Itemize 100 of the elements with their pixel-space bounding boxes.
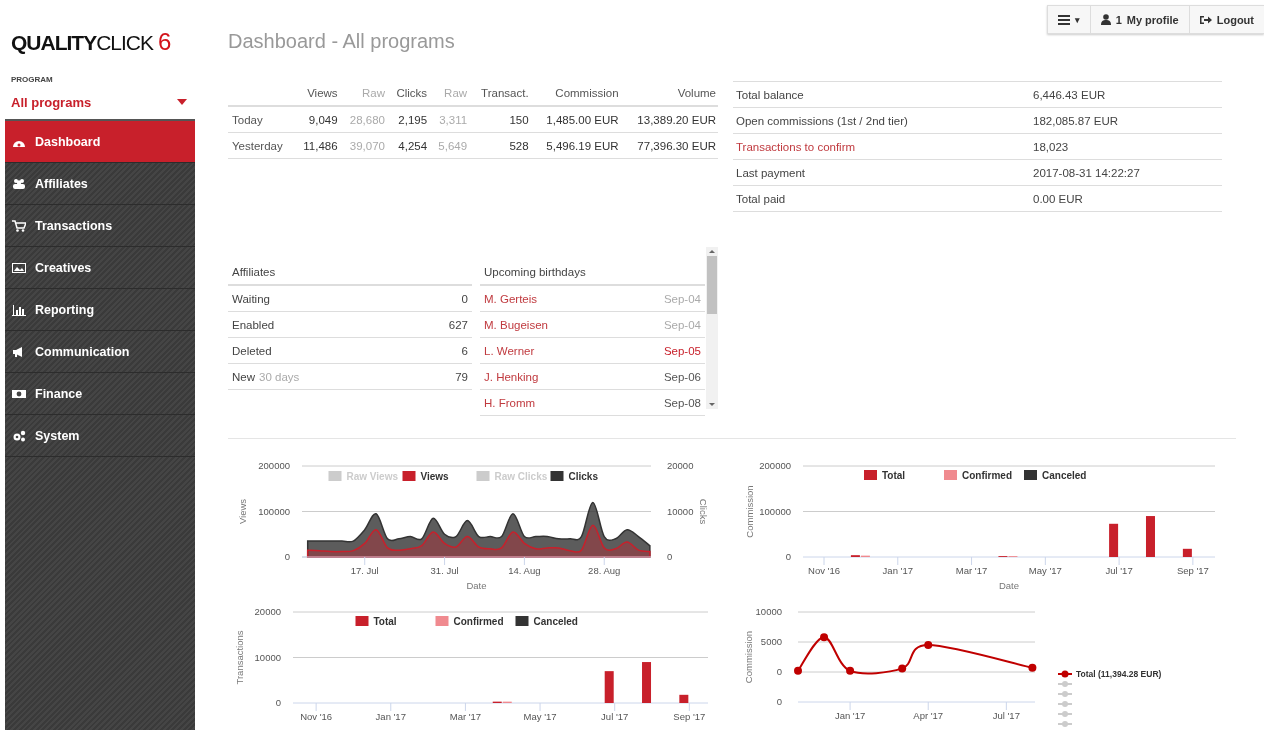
program-select[interactable]: All programs	[11, 93, 187, 111]
table-cell: 28,680	[339, 106, 387, 133]
nav-item[interactable]: Finance	[5, 373, 195, 415]
legend-marker-icon[interactable]	[1057, 681, 1073, 687]
table-cell: 0	[407, 285, 472, 312]
affiliate-link[interactable]: M. Bugeisen	[480, 311, 619, 338]
data-point	[820, 633, 829, 642]
legend-marker-icon[interactable]	[1057, 701, 1073, 707]
column-header: Raw	[339, 81, 387, 107]
row-label: New	[232, 370, 255, 383]
table-cell: 9,049	[293, 106, 340, 133]
x-tick-label: Jul '17	[1105, 565, 1133, 576]
x-axis-label: Date	[998, 580, 1020, 591]
legend-label: Total	[373, 616, 397, 627]
affiliate-link[interactable]: M. Gerteis	[480, 285, 619, 312]
table-cell: 2,195	[386, 106, 430, 133]
y-tick-label: 10000	[254, 651, 281, 663]
y-tick-label: 20000	[254, 606, 281, 617]
row-label: Yesterday	[228, 132, 294, 159]
y-tick-label: 10000	[755, 606, 782, 617]
y-tick-label: 0	[785, 551, 791, 562]
nav-item[interactable]: Reporting	[5, 289, 195, 331]
y-axis-label: Views	[237, 498, 248, 525]
x-tick-label: Sep '17	[673, 711, 706, 722]
legend-item[interactable]: Total	[355, 616, 397, 627]
y-tick-label: 20000	[667, 460, 694, 471]
table-cell: 528	[469, 132, 531, 159]
legend-item[interactable]: Clicks	[550, 471, 598, 482]
x-tick-label: Nov '16	[808, 565, 840, 576]
y-axis-label: Commission	[743, 630, 754, 684]
row-label: Enabled	[232, 318, 275, 331]
affiliate-link[interactable]: L. Werner	[480, 337, 619, 364]
legend-item[interactable]: Views	[402, 471, 449, 482]
legend-marker-icon[interactable]	[1057, 691, 1073, 697]
nav-item[interactable]: Transactions	[5, 205, 195, 247]
data-point	[846, 666, 855, 675]
bar	[642, 662, 651, 703]
legend-item[interactable]: Canceled	[1024, 470, 1087, 481]
logout-button[interactable]: Logout	[1188, 6, 1264, 33]
y-tick-label: 200000	[759, 460, 791, 471]
x-tick-label: Sep '17	[1176, 565, 1209, 576]
x-tick-label: 14. Aug	[508, 565, 541, 576]
balance-value: 182,085.87 EUR	[1030, 107, 1222, 134]
table-cell: 5,649	[429, 132, 470, 159]
scrollbar[interactable]	[706, 247, 718, 410]
affiliate-link[interactable]: J. Henking	[480, 363, 619, 390]
birthday-date: Sep-06	[618, 363, 705, 390]
birthday-date: Sep-04	[618, 311, 705, 338]
row-note: 30 days	[259, 370, 300, 383]
y-tick-label: 0	[667, 551, 673, 562]
bar	[679, 694, 689, 703]
y-tick-label: 100000	[759, 505, 791, 517]
legend-label: Total	[882, 470, 906, 481]
data-point	[924, 641, 933, 649]
row-label: Waiting	[232, 292, 270, 305]
affiliate-link[interactable]: H. Fromm	[480, 389, 619, 416]
balance-value: 6,446.43 EUR	[1030, 81, 1222, 108]
legend-label: Views	[420, 471, 450, 482]
image-icon	[12, 261, 26, 274]
legend-marker-icon[interactable]	[1057, 711, 1073, 717]
y-tick-label: 0	[275, 697, 281, 708]
legend-item[interactable]: Confirmed	[435, 616, 504, 627]
table-cell: 5,496.19 EUR	[530, 132, 621, 159]
column-header: Commission	[530, 81, 621, 107]
arrow-up-icon[interactable]	[709, 250, 715, 254]
table-cell: 1,485.00 EUR	[530, 106, 621, 133]
y-axis-label: Transactions	[234, 630, 245, 685]
menu-button[interactable]: ▾	[1047, 6, 1090, 33]
legend-item[interactable]: Canceled	[515, 616, 578, 627]
legend-item[interactable]: Confirmed	[944, 470, 1012, 481]
birthday-date: Sep-08	[618, 389, 705, 416]
x-tick-label: Jan '17	[834, 710, 866, 721]
balance-label: Open commissions (1st / 2nd tier)	[733, 107, 1030, 134]
table-cell: 79	[407, 363, 472, 390]
logo[interactable]: QUALITYCLICK 6	[11, 31, 171, 54]
logout-icon	[1199, 14, 1212, 25]
birthday-date: Sep-04	[618, 285, 705, 312]
legend-marker-icon[interactable]	[1057, 721, 1073, 727]
legend-item[interactable]: Total	[864, 470, 906, 481]
table-heading: Upcoming birthdays	[480, 260, 705, 286]
legend-label: Clicks	[568, 471, 599, 482]
x-tick-label: 31. Jul	[430, 565, 459, 576]
nav-item[interactable]: Communication	[5, 331, 195, 373]
balance-link[interactable]: Transactions to confirm	[733, 133, 1030, 160]
x-tick-label: 17. Jul	[350, 565, 379, 576]
column-header: Clicks	[386, 81, 430, 107]
table-cell: 6	[407, 337, 472, 364]
x-tick-label: May '17	[1028, 565, 1062, 576]
nav-item[interactable]: System	[5, 415, 195, 457]
x-tick-label: Jul '17	[601, 711, 629, 722]
data-point	[794, 666, 802, 675]
legend-label: Total (11,394.28 EUR)	[1076, 669, 1162, 679]
table-cell: 4,254	[386, 132, 430, 159]
profile-button[interactable]: 1 My profile	[1089, 6, 1189, 33]
nav-item[interactable]: Affiliates	[5, 163, 195, 205]
nav-item[interactable]: Creatives	[5, 247, 195, 289]
table-cell: 150	[469, 106, 531, 133]
nav-item[interactable]: Dashboard	[5, 121, 195, 163]
legend-item[interactable]: Total (11,394.28 EUR)	[1057, 669, 1162, 679]
arrow-down-icon[interactable]	[709, 403, 715, 407]
